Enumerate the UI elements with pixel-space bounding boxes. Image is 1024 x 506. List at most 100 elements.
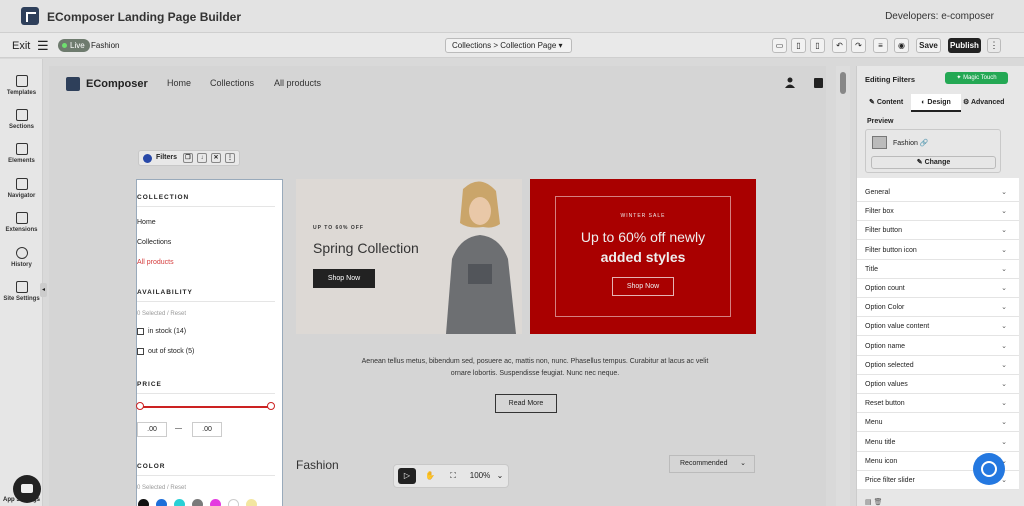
design-option-label: Filter button: [865, 227, 902, 235]
design-option-row[interactable]: Option count ⌄: [857, 279, 1019, 298]
design-option-row[interactable]: Option name ⌄: [857, 337, 1019, 356]
title-bar: EComposer Landing Page Builder Developer…: [0, 0, 1024, 33]
redo-icon[interactable]: ↷: [851, 38, 866, 53]
banner2-shop-now-button[interactable]: Shop Now: [612, 277, 674, 296]
nav-link-all-products[interactable]: All products: [274, 78, 321, 88]
tab-design[interactable]: ◐ Design: [911, 94, 961, 112]
color-swatch[interactable]: [246, 499, 257, 506]
copy-style-icon[interactable]: ▤: [865, 499, 872, 506]
color-swatch[interactable]: [192, 499, 203, 506]
banner1-shop-now-button[interactable]: Shop Now: [313, 269, 375, 288]
sidebar-item-site-settings[interactable]: Site Settings: [0, 281, 43, 302]
preview-name: Fashion 🔗: [893, 139, 929, 147]
scrollbar-thumb[interactable]: [840, 72, 846, 94]
settings-sliders-icon[interactable]: ≡: [873, 38, 888, 53]
more-options-icon[interactable]: ⋮: [987, 38, 1001, 53]
filters-sidebar[interactable]: COLLECTION Home Collections All products…: [136, 179, 283, 506]
divider: [137, 206, 275, 207]
chevron-down-icon: ⌄: [1001, 381, 1007, 388]
sidebar-item-history[interactable]: History: [0, 247, 43, 268]
magic-touch-button[interactable]: ✦ Magic Touch: [945, 72, 1008, 84]
duplicate-icon[interactable]: ❐: [183, 153, 193, 163]
exit-button[interactable]: Exit: [12, 40, 30, 52]
element-more-icon[interactable]: ⋮: [225, 153, 235, 163]
sidebar-item-elements[interactable]: Elements: [0, 143, 43, 164]
sort-select[interactable]: Recommended ⌄: [669, 455, 755, 473]
sidebar-item-label: Site Settings: [3, 296, 40, 302]
design-option-row[interactable]: Option selected ⌄: [857, 356, 1019, 375]
change-button[interactable]: ✎ Change: [871, 156, 996, 169]
user-icon[interactable]: [785, 77, 795, 88]
breadcrumb-dropdown[interactable]: Collections > Collection Page ▾: [445, 38, 572, 53]
filters-element-toolbar[interactable]: Filters ❐ ↓ ✕ ⋮: [138, 150, 240, 166]
sidebar-item-sections[interactable]: Sections: [0, 109, 43, 130]
tablet-view-icon[interactable]: ▯: [791, 38, 806, 53]
sidebar-item-templates[interactable]: Templates: [0, 75, 43, 96]
tab-advanced[interactable]: ⚙ Advanced: [963, 94, 1004, 112]
collection-link-collections[interactable]: Collections: [137, 239, 171, 246]
mobile-view-icon[interactable]: ▯: [810, 38, 825, 53]
winter-sale-banner[interactable]: WINTER SALE Up to 60% off newly added st…: [530, 179, 756, 334]
out-of-stock-checkbox[interactable]: [137, 348, 144, 355]
color-swatch[interactable]: [174, 499, 185, 506]
zoom-level[interactable]: 100%: [467, 468, 493, 484]
fit-screen-icon[interactable]: ⛶: [444, 468, 462, 484]
nav-link-home[interactable]: Home: [167, 78, 191, 88]
canvas-scrollbar[interactable]: [836, 66, 850, 506]
color-selected-reset[interactable]: 0 Selected / Reset: [137, 485, 186, 491]
preview-eye-icon[interactable]: ◉: [894, 38, 909, 53]
color-swatch[interactable]: [156, 499, 167, 506]
design-option-row[interactable]: Title ⌄: [857, 260, 1019, 279]
tab-content[interactable]: ✎ Content: [869, 94, 903, 112]
sidebar-item-navigator[interactable]: Navigator: [0, 178, 43, 199]
design-option-row[interactable]: Filter box ⌄: [857, 202, 1019, 222]
link-icon[interactable]: 🔗: [920, 140, 929, 147]
publish-button[interactable]: Publish: [948, 38, 981, 53]
chevron-down-icon: ⌄: [740, 460, 746, 467]
collapse-sidebar-handle[interactable]: ◂: [40, 283, 47, 297]
price-slider-min-handle[interactable]: [136, 402, 144, 410]
sidebar-item-extensions[interactable]: Extensions: [0, 212, 43, 233]
trash-icon[interactable]: 🗑: [874, 499, 883, 506]
design-option-row[interactable]: Option Color ⌄: [857, 298, 1019, 318]
availability-selected-reset[interactable]: 0 Selected / Reset: [137, 311, 186, 317]
description-paragraph: Aenean tellus metus, bibendum sed, posue…: [361, 358, 709, 377]
design-option-row[interactable]: Menu ⌄: [857, 413, 1019, 433]
undo-icon[interactable]: ↶: [832, 38, 847, 53]
desktop-view-icon[interactable]: ▭: [772, 38, 787, 53]
chevron-down-icon: ⌄: [1001, 304, 1007, 312]
design-option-row[interactable]: General ⌄: [857, 183, 1019, 202]
save-button[interactable]: Save: [916, 38, 941, 53]
color-swatch[interactable]: [138, 499, 149, 506]
design-option-row[interactable]: Menu title ⌄: [857, 433, 1019, 452]
app-settings-label[interactable]: App Settings: [3, 497, 40, 503]
in-stock-checkbox[interactable]: [137, 328, 144, 335]
color-swatch[interactable]: [228, 499, 239, 506]
price-slider-track[interactable]: [140, 406, 271, 408]
collection-link-home[interactable]: Home: [137, 219, 156, 226]
cart-icon[interactable]: [814, 78, 823, 88]
help-chat-icon[interactable]: [973, 453, 1005, 485]
delete-icon[interactable]: ✕: [211, 153, 221, 163]
menu-icon[interactable]: ☰: [37, 38, 49, 54]
hand-tool-icon[interactable]: ✋: [421, 468, 439, 484]
design-option-row[interactable]: Option values ⌄: [857, 375, 1019, 394]
price-min-input[interactable]: .00: [137, 422, 167, 437]
chevron-down-icon[interactable]: ⌄: [491, 468, 509, 484]
design-option-row[interactable]: Filter button icon ⌄: [857, 241, 1019, 260]
divider: [137, 475, 275, 476]
read-more-button[interactable]: Read More: [495, 394, 557, 413]
sidebar-item-label: Navigator: [7, 193, 36, 199]
design-option-row[interactable]: Filter button ⌄: [857, 221, 1019, 241]
design-option-label: Menu icon: [865, 457, 898, 465]
price-max-input[interactable]: .00: [192, 422, 222, 437]
color-swatch[interactable]: [210, 499, 221, 506]
price-slider-max-handle[interactable]: [267, 402, 275, 410]
collection-link-all-products[interactable]: All products: [137, 259, 174, 266]
design-option-row[interactable]: Option value content ⌄: [857, 317, 1019, 337]
move-down-icon[interactable]: ↓: [197, 153, 207, 163]
design-option-row[interactable]: Reset button ⌄: [857, 394, 1019, 414]
spring-collection-banner[interactable]: UP TO 60% OFF Spring Collection Shop Now: [296, 179, 522, 334]
pointer-tool-icon[interactable]: ▷: [398, 468, 416, 484]
nav-link-collections[interactable]: Collections: [210, 78, 254, 88]
